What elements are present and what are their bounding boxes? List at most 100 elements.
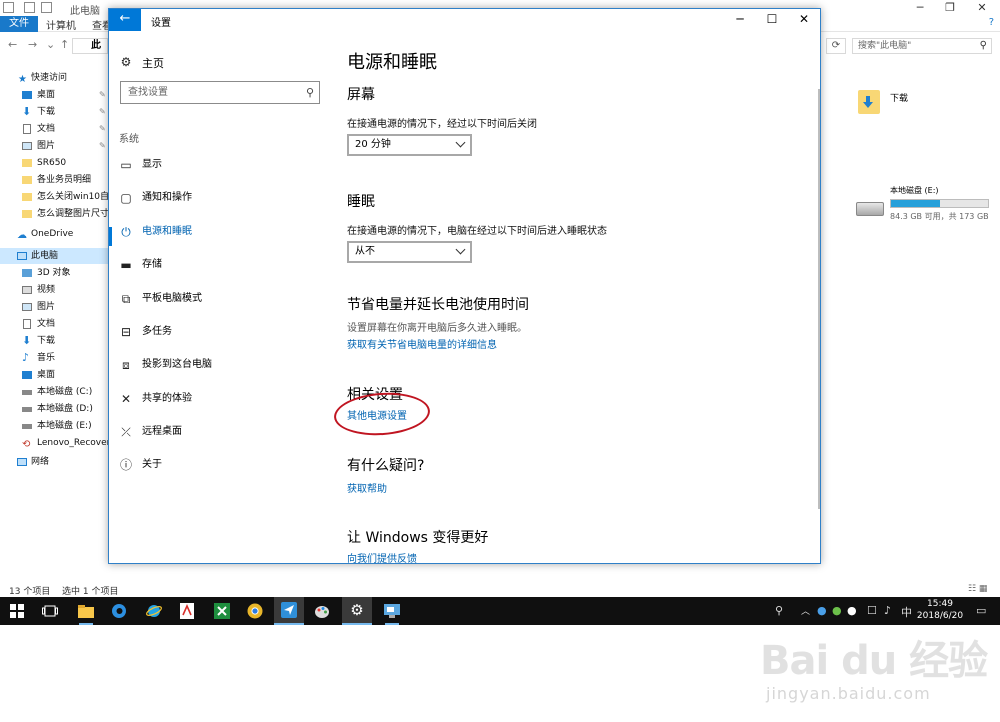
nav-item-desktop[interactable]: 桌面 (0, 367, 108, 383)
taskbar-app-active[interactable] (274, 597, 304, 625)
task-view-button[interactable] (40, 601, 60, 621)
explorer-title: 此电脑 (70, 6, 100, 17)
feedback-link[interactable]: 向我们提供反馈 (347, 550, 417, 563)
forward-arrow-icon[interactable]: → (28, 38, 37, 51)
sleep-timeout-select[interactable]: 从不 (347, 241, 472, 263)
refresh-button[interactable]: ⟳ (826, 38, 846, 54)
scrollbar[interactable] (818, 89, 820, 509)
battery-info-link[interactable]: 获取有关节省电脑电量的详细信息 (347, 336, 497, 351)
wechat-tray-icon[interactable]: ● (832, 604, 842, 617)
downloads-folder-tile[interactable]: 下载 (856, 86, 916, 126)
nav-item-documents[interactable]: 文档 (0, 316, 108, 332)
show-hidden-icons[interactable]: ︿ (801, 604, 810, 617)
maximize-button[interactable]: ☐ (761, 12, 783, 26)
nav-onedrive[interactable]: ☁ OneDrive (0, 226, 108, 242)
nav-item-drive-e[interactable]: 本地磁盘 (E:) (0, 418, 108, 434)
nav-item-music[interactable]: ♪ 音乐 (0, 350, 108, 366)
properties-icon[interactable] (24, 2, 35, 13)
shared-experiences-icon: ✕ (120, 392, 132, 406)
picture-icon (22, 303, 32, 311)
explorer-search-input[interactable]: 搜索"此电脑" ⚲ (852, 38, 992, 54)
explorer-app-icon[interactable] (3, 2, 14, 13)
nav-item-downloads[interactable]: ⬇ 下载 ✎ (0, 104, 108, 120)
nav-this-pc[interactable]: 此电脑 (0, 248, 108, 264)
drive-e-tile[interactable]: 本地磁盘 (E:) 84.3 GB 可用，共 173 GB (852, 184, 1000, 224)
nav-item-folder[interactable]: 怎么关闭win10自动 (0, 189, 108, 205)
qq-tray-icon[interactable]: ● (847, 604, 857, 617)
sidebar-item-power-sleep[interactable]: ⏻ 电源和睡眠 (119, 225, 324, 245)
screen-timeout-select[interactable]: 20 分钟 (347, 134, 472, 156)
baidu-watermark: Bai du 经验 jingyan.baidu.com (760, 618, 1000, 722)
sidebar-item-display[interactable]: ▭ 显示 (119, 158, 324, 178)
taskbar-paint[interactable] (312, 601, 332, 621)
desktop-icon (22, 91, 32, 99)
explorer-close-button[interactable]: ✕ (972, 1, 992, 14)
nav-item-folder[interactable]: 怎么调整图片尺寸大 (0, 206, 108, 222)
nav-item-downloads[interactable]: ⬇ 下载 (0, 333, 108, 349)
nav-item-folder[interactable]: SR650 (0, 155, 108, 171)
edge-browser-icon (112, 604, 126, 618)
recovery-drive-icon: ⟲ (22, 439, 31, 450)
nav-item-videos[interactable]: 视频 (0, 282, 108, 298)
nav-network[interactable]: 网络 (0, 454, 108, 470)
ribbon-tab-file[interactable]: 文件 (0, 16, 38, 32)
taskbar-file-explorer[interactable] (76, 601, 96, 625)
sidebar-item-tablet-mode[interactable]: ⧉ 平板电脑模式 (119, 292, 324, 312)
close-button[interactable]: ✕ (793, 12, 815, 26)
internet-explorer-icon (146, 605, 162, 617)
folder-icon (22, 193, 32, 201)
nav-item-documents[interactable]: 文档 ✎ (0, 121, 108, 137)
nav-item-3d-objects[interactable]: 3D 对象 (0, 265, 108, 281)
people-icon[interactable]: ⚲ (775, 604, 783, 617)
back-arrow-icon[interactable]: ← (8, 38, 17, 51)
settings-search-input[interactable]: 查找设置 ⚲ (120, 81, 320, 104)
taskbar-settings[interactable]: ⚙ (342, 597, 372, 625)
new-folder-icon[interactable] (41, 2, 52, 13)
sleep-description: 在接通电源的情况下，电脑在经过以下时间后进入睡眠状态 (347, 226, 607, 237)
explorer-minimize-button[interactable]: ─ (910, 1, 930, 14)
ribbon-help-icon[interactable]: ? (989, 17, 994, 28)
windows-logo-icon (10, 604, 24, 618)
start-button[interactable] (7, 601, 27, 621)
taskbar-ie[interactable] (144, 601, 164, 621)
action-center-icon[interactable]: ▭ (976, 604, 986, 617)
nav-item-drive-c[interactable]: 本地磁盘 (C:) (0, 384, 108, 400)
nav-item-pictures[interactable]: 图片 ✎ (0, 138, 108, 154)
back-button[interactable]: ← (109, 9, 141, 31)
sidebar-item-remote-desktop[interactable]: ⤫ 远程桌面 (119, 425, 324, 445)
nav-quick-access[interactable]: ★ 快速访问 (0, 70, 108, 86)
network-status-icon[interactable]: ☐ (867, 604, 877, 617)
address-breadcrumb[interactable]: 此 (72, 38, 108, 54)
sidebar-item-storage[interactable]: ▬ 存储 (119, 258, 324, 278)
taskbar-time[interactable]: 15:49 (910, 599, 970, 609)
projection-icon: ⧈ (122, 358, 130, 372)
monitor-icon: ▭ (120, 158, 132, 172)
sidebar-item-about[interactable]: ⓘ 关于 (119, 458, 324, 478)
sidebar-home[interactable]: ⚙ 主页 (119, 55, 319, 75)
nav-item-pictures[interactable]: 图片 (0, 299, 108, 315)
explorer-restore-button[interactable]: ❐ (940, 1, 960, 14)
taskbar-spreadsheet[interactable] (212, 601, 232, 621)
sidebar-item-notifications[interactable]: ▢ 通知和操作 (119, 191, 324, 211)
nav-item-folder[interactable]: 各业务员明细 (0, 172, 108, 188)
view-toggle-icons[interactable]: ☷ ▦ (968, 584, 987, 594)
get-help-link[interactable]: 获取帮助 (347, 480, 387, 495)
taskbar-edge[interactable] (109, 601, 129, 621)
up-arrow-icon[interactable]: ↑ (60, 38, 69, 51)
watermark-brand: Bai du 经验 (760, 638, 988, 684)
paper-plane-icon (281, 602, 297, 618)
sidebar-item-multitasking[interactable]: ⊟ 多任务 (119, 325, 324, 345)
recent-dropdown-icon[interactable]: ⌄ (46, 38, 55, 51)
nav-item-desktop[interactable]: 桌面 ✎ (0, 87, 108, 103)
taskbar-pdf-reader[interactable] (177, 601, 197, 621)
taskbar-remote-app[interactable] (382, 601, 402, 625)
nav-item-recovery[interactable]: ⟲ Lenovo_Recovery (0, 435, 108, 451)
sidebar-item-shared-experiences[interactable]: ✕ 共享的体验 (119, 392, 324, 412)
nav-item-drive-d[interactable]: 本地磁盘 (D:) (0, 401, 108, 417)
volume-icon[interactable]: ♪ (884, 604, 891, 617)
taskbar-chrome[interactable] (245, 601, 265, 621)
tray-app-icon[interactable]: ● (817, 604, 827, 617)
sidebar-item-projection[interactable]: ⧈ 投影到这台电脑 (119, 358, 324, 378)
minimize-button[interactable]: ─ (729, 12, 751, 26)
ribbon-tab-computer[interactable]: 计算机 (46, 17, 76, 32)
